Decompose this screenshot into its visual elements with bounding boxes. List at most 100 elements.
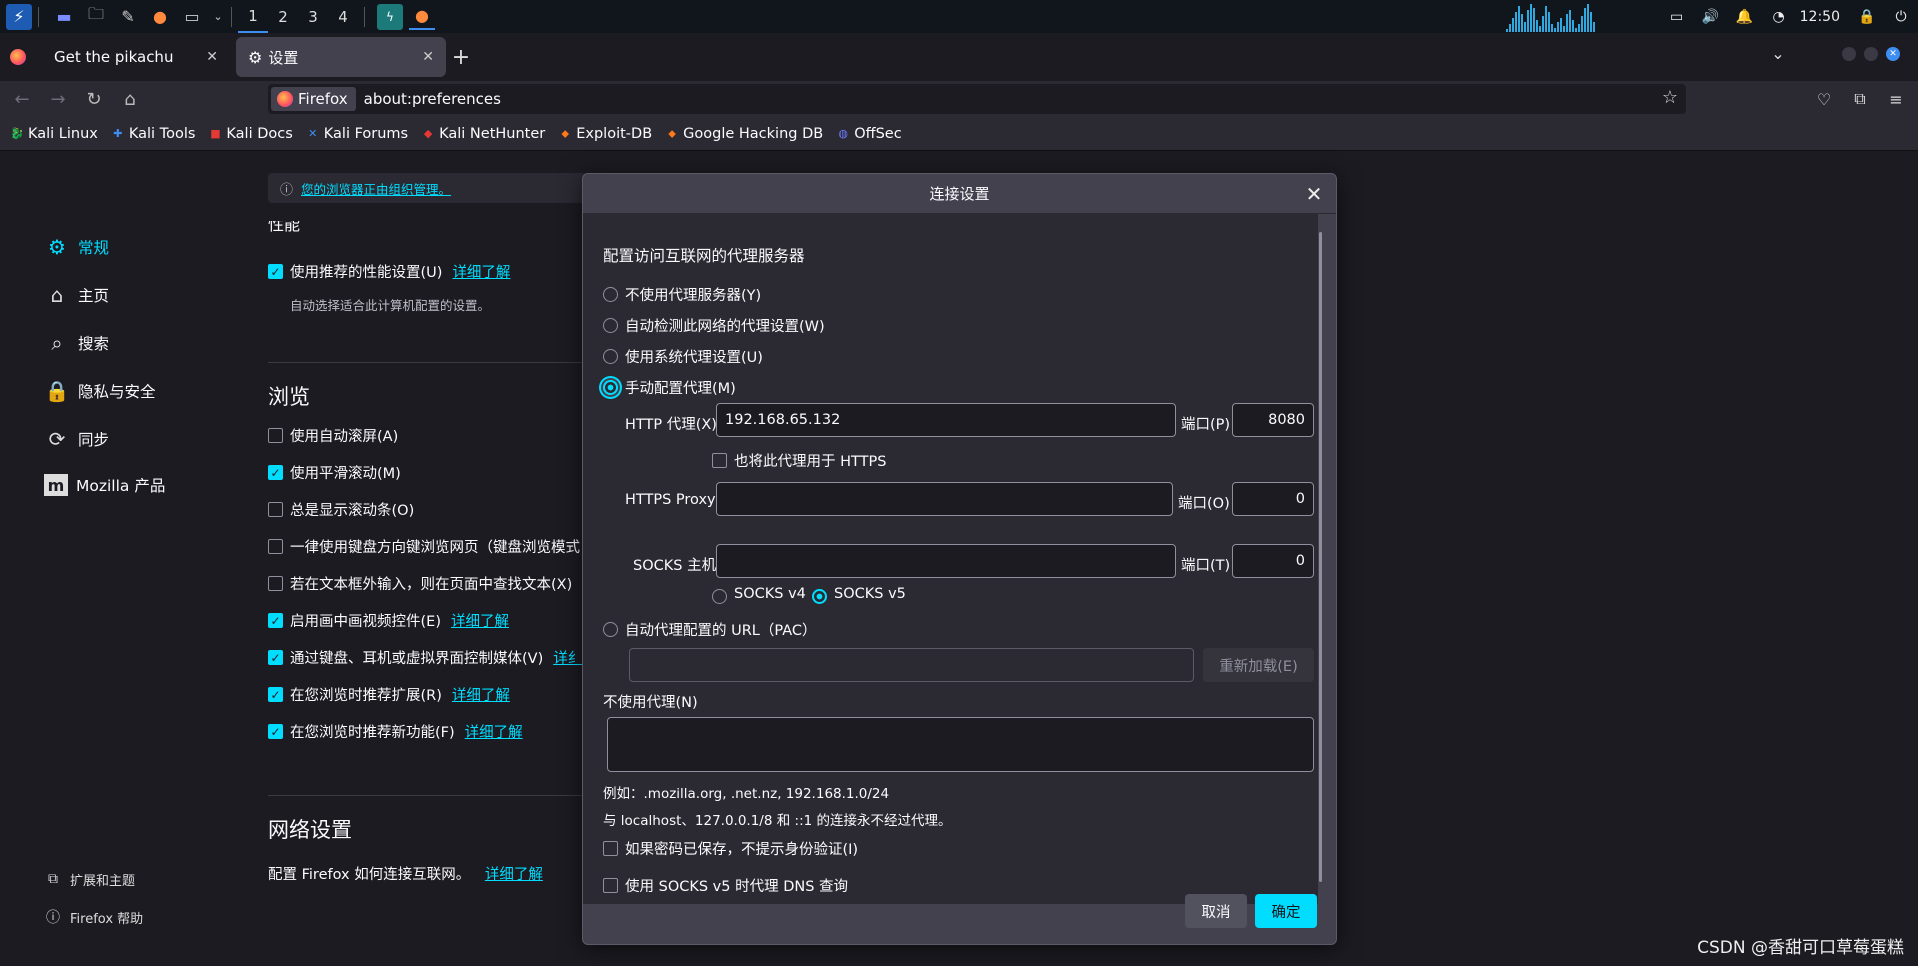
burp-window-icon[interactable]: ϟ <box>377 3 403 30</box>
bookmark-google-hacking-db[interactable]: ⬥ Google Hacking DB <box>665 126 823 142</box>
tab-settings[interactable]: ⚙ 设置 ✕ <box>236 37 446 77</box>
bell-icon[interactable]: 🔔 <box>1734 6 1756 28</box>
file-manager-icon[interactable]: 🗀 <box>83 4 109 30</box>
close-icon[interactable]: ✕ <box>422 49 434 65</box>
home-button[interactable]: ⌂ <box>116 85 144 113</box>
pocket-icon[interactable]: ♡ <box>1810 85 1838 113</box>
radio-no-proxy[interactable] <box>603 287 618 302</box>
reload-pac-button[interactable]: 重新加载(E) <box>1203 648 1314 682</box>
star-icon[interactable]: ☆ <box>1662 87 1678 108</box>
browse-option-caret[interactable]: 一律使用键盘方向键浏览网页（键盘浏览模式 <box>268 536 580 557</box>
workspace-3[interactable]: 3 <box>298 0 328 33</box>
checkbox[interactable]: ✓ <box>268 465 283 480</box>
https-port-input[interactable]: 0 <box>1232 482 1314 516</box>
socks-host-input[interactable] <box>716 544 1176 578</box>
radio-socks-v4[interactable] <box>712 589 727 604</box>
url-input[interactable]: about:preferences <box>364 90 501 108</box>
browse-option-smooth[interactable]: ✓ 使用平滑滚动(M) <box>268 462 401 483</box>
category-sync[interactable]: ⟳ 同步 <box>44 426 109 452</box>
window-close-button[interactable]: ✕ <box>1886 47 1900 61</box>
workspace-4[interactable]: 4 <box>328 0 358 33</box>
volume-icon[interactable]: 🔊 <box>1700 6 1722 28</box>
http-proxy-input[interactable]: 192.168.65.132 <box>716 403 1176 437</box>
checkbox[interactable]: ✓ <box>268 613 283 628</box>
bookmark-exploit-db[interactable]: ⬥ Exploit-DB <box>558 126 652 142</box>
new-tab-button[interactable]: + <box>446 37 476 77</box>
socks-port-input[interactable]: 0 <box>1232 544 1314 578</box>
clock-time[interactable]: 12:50 <box>1800 9 1840 25</box>
learn-more-link[interactable]: 详细了解 <box>485 867 543 883</box>
back-button[interactable]: ← <box>8 85 36 113</box>
firefox-window-icon[interactable]: ● <box>409 4 435 30</box>
maximize-button[interactable] <box>1864 47 1878 61</box>
category-search[interactable]: ⌕ 搜索 <box>44 330 109 356</box>
checkbox[interactable]: ✓ <box>268 724 283 739</box>
extensions-icon[interactable]: ⧉ <box>1846 85 1874 113</box>
cancel-button[interactable]: 取消 <box>1185 894 1247 928</box>
pac-url-input[interactable] <box>629 648 1194 682</box>
reload-button[interactable]: ↻ <box>80 85 108 113</box>
tab-pikachu[interactable]: Get the pikachu ✕ <box>10 37 230 77</box>
lock-icon[interactable]: 🔒 <box>1856 6 1878 28</box>
checkbox[interactable]: ✓ <box>268 650 283 665</box>
checkbox[interactable] <box>268 539 283 554</box>
bookmark-offsec[interactable]: ◍ OffSec <box>836 126 901 142</box>
list-all-tabs-icon[interactable]: ⌄ <box>1766 41 1790 65</box>
display-icon[interactable]: ▭ <box>1666 6 1688 28</box>
kali-menu-icon[interactable]: ⚡ <box>6 3 32 30</box>
radio-pac[interactable] <box>603 622 618 637</box>
learn-more-link[interactable]: 详细了解 <box>452 684 510 705</box>
dialog-scrollbar[interactable] <box>1319 232 1322 882</box>
workspace-1[interactable]: 1 <box>238 0 268 33</box>
no-proxy-for-textarea[interactable] <box>607 717 1314 772</box>
http-port-input[interactable]: 8080 <box>1232 403 1314 437</box>
checkbox[interactable]: ✓ <box>268 264 283 279</box>
bookmark-kali-forums[interactable]: ✕ Kali Forums <box>306 126 408 142</box>
category-privacy[interactable]: 🔒 隐私与安全 <box>44 378 156 404</box>
ok-button[interactable]: 确定 <box>1255 894 1317 928</box>
bookmark-kali-nethunter[interactable]: ◆ Kali NetHunter <box>421 126 545 142</box>
checkbox[interactable] <box>268 502 283 517</box>
browse-option-features[interactable]: ✓ 在您浏览时推荐新功能(F) 详细了解 <box>268 721 523 742</box>
checkbox[interactable]: ✓ <box>268 687 283 702</box>
radio-manual-proxy[interactable] <box>603 380 618 395</box>
minimize-button[interactable] <box>1842 47 1856 61</box>
socks-dns-checkbox[interactable] <box>603 878 618 893</box>
browse-option-scrollbars[interactable]: 总是显示滚动条(O) <box>268 499 414 520</box>
browse-option-pip[interactable]: ✓ 启用画中画视频控件(E) 详细了解 <box>268 610 509 631</box>
footer-help[interactable]: ⓘ Firefox 帮助 <box>44 904 143 930</box>
forward-button[interactable]: → <box>44 85 72 113</box>
perf-option[interactable]: ✓ 使用推荐的性能设置(U) 详细了解 <box>268 261 510 282</box>
chevron-down-icon[interactable]: ⌄ <box>211 4 225 30</box>
terminal-app-icon[interactable]: ▬ <box>51 4 77 30</box>
bookmark-kali-linux[interactable]: 🐉 Kali Linux <box>10 126 98 142</box>
browse-option-autoscroll[interactable]: 使用自动滚屏(A) <box>268 425 398 446</box>
browse-option-find[interactable]: 若在文本框外输入，则在页面中查找文本(X) <box>268 573 572 594</box>
url-bar[interactable]: Firefox about:preferences ☆ <box>268 84 1686 114</box>
also-https-checkbox[interactable] <box>712 453 727 468</box>
radio-socks-v5[interactable] <box>812 589 827 604</box>
policy-link[interactable]: 您的浏览器正由组织管理。 <box>301 179 451 198</box>
bookmark-kali-docs[interactable]: ■ Kali Docs <box>208 126 293 142</box>
radio-auto-detect[interactable] <box>603 318 618 333</box>
checkbox[interactable] <box>268 428 283 443</box>
shell-icon[interactable]: ▭ <box>179 4 205 30</box>
learn-more-link[interactable]: 详纟 <box>553 647 582 668</box>
browse-option-extensions[interactable]: ✓ 在您浏览时推荐扩展(R) 详细了解 <box>268 684 510 705</box>
category-mozilla-products[interactable]: m Mozilla 产品 <box>44 474 165 496</box>
bookmark-kali-tools[interactable]: ✚ Kali Tools <box>111 126 195 142</box>
footer-extensions[interactable]: ⧉ 扩展和主题 <box>44 866 135 892</box>
checkbox[interactable] <box>268 576 283 591</box>
close-icon[interactable]: ✕ <box>206 49 218 65</box>
workspace-2[interactable]: 2 <box>268 0 298 33</box>
https-proxy-input[interactable] <box>716 482 1173 516</box>
category-home[interactable]: ⌂ 主页 <box>44 282 109 308</box>
learn-more-link[interactable]: 详细了解 <box>465 721 523 742</box>
no-auth-prompt-checkbox[interactable] <box>603 841 618 856</box>
learn-more-link[interactable]: 详细了解 <box>451 610 509 631</box>
hamburger-menu-icon[interactable]: ≡ <box>1882 85 1910 113</box>
identity-box[interactable]: Firefox <box>271 87 356 111</box>
browse-option-media[interactable]: ✓ 通过键盘、耳机或虚拟界面控制媒体(V) 详纟 <box>268 647 582 668</box>
learn-more-link[interactable]: 详细了解 <box>452 261 510 282</box>
radio-system-proxy[interactable] <box>603 349 618 364</box>
